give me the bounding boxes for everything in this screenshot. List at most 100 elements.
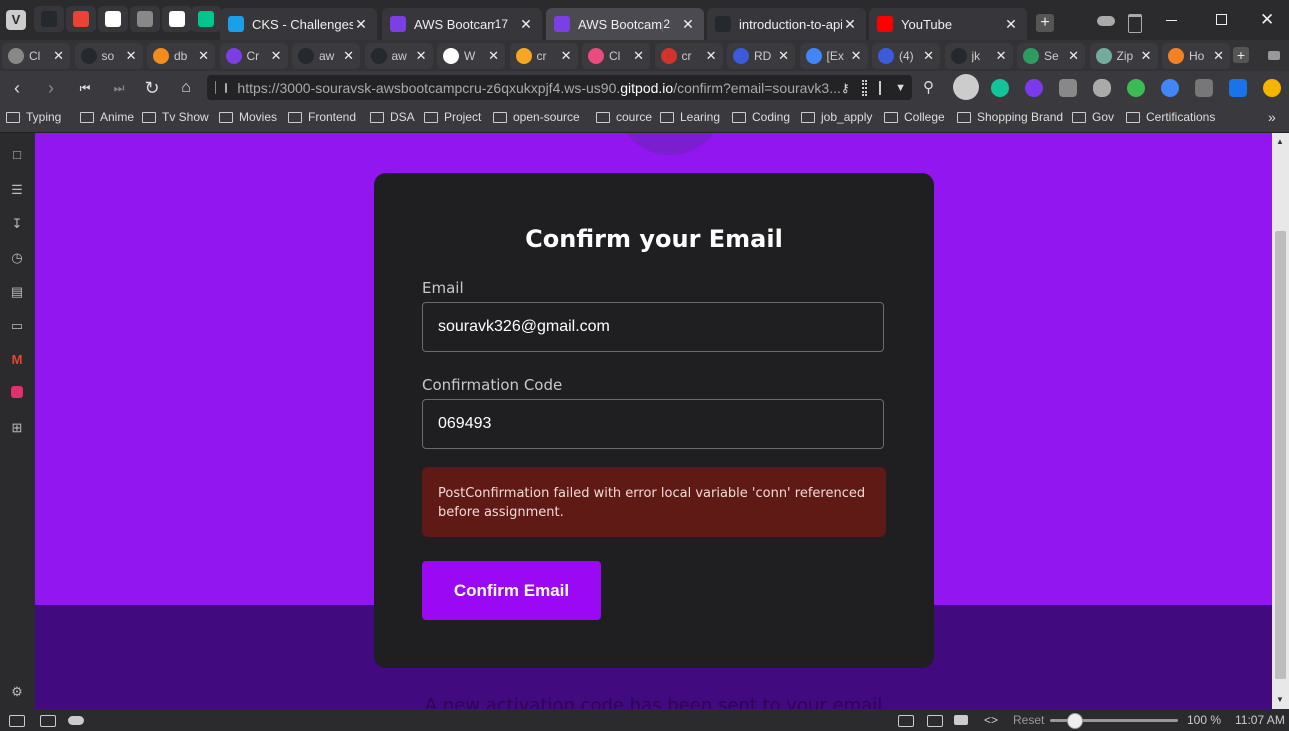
scroll-thumb[interactable] [1275,231,1286,679]
stacked-tab[interactable]: Zip ✕ [1089,43,1158,69]
bookmark-folder[interactable]: Project [424,110,481,124]
pinned-tab[interactable] [34,6,64,32]
dropdown-arrow-icon[interactable]: ▼ [895,82,906,94]
stacked-tab[interactable]: [Ex ✕ [799,43,868,69]
bookmark-folder[interactable]: open-source [493,110,580,124]
browser-tab[interactable]: CKS - Challenges - ✕ [220,8,377,40]
url-bar[interactable]: https://3000-souravsk-awsbootcampcru-z6q… [207,75,912,100]
window-panel-icon[interactable]: ▭ [9,318,25,334]
browser-tab[interactable]: AWS Bootcamp 2 ✕ [546,8,704,40]
close-window-button[interactable]: ✕ [1260,10,1274,30]
stacked-tab[interactable]: RD ✕ [727,43,795,69]
bookmark-folder[interactable]: cource [596,110,652,124]
close-tab-icon[interactable]: ✕ [1141,48,1152,64]
pinned-tab[interactable] [130,6,160,32]
minimize-button[interactable] [1166,20,1177,21]
new-tab-button[interactable]: + [1036,14,1054,32]
add-panel-icon[interactable]: ⊞ [9,420,25,436]
stacked-tab[interactable]: Cl ✕ [2,43,70,69]
extension-cloud-icon[interactable] [1093,79,1111,97]
zoom-reset-button[interactable]: Reset [1013,713,1044,727]
extension-globe-icon[interactable] [1161,79,1179,97]
close-tab-icon[interactable]: ✕ [680,16,696,33]
gmail-panel-icon[interactable]: M [9,352,25,368]
bookmark-folder[interactable]: Gov [1072,110,1114,124]
confirm-email-button[interactable]: Confirm Email [422,561,601,620]
scroll-up-arrow[interactable]: ▲ [1276,137,1284,146]
close-tab-icon[interactable]: ✕ [1003,16,1019,33]
vivaldi-menu-icon[interactable]: V [6,10,26,30]
close-tab-icon[interactable]: ✕ [851,48,862,64]
history-icon[interactable]: ◷ [9,250,25,266]
maximize-button[interactable] [1216,14,1227,25]
email-field[interactable] [422,302,884,352]
zoom-slider[interactable] [1050,713,1178,729]
browser-tab[interactable]: AWS Bootcamp17 ✕ [382,8,542,40]
close-tab-icon[interactable]: ✕ [1068,48,1079,64]
instagram-panel-icon[interactable] [9,386,25,402]
close-tab-icon[interactable]: ✕ [126,48,137,64]
bookmark-folder[interactable]: Frontend [288,110,356,124]
scroll-down-arrow[interactable]: ▼ [1276,695,1284,704]
bookmark-folder[interactable]: Movies [219,110,277,124]
more-bookmarks-icon[interactable]: » [1268,109,1276,125]
extension-slash-icon[interactable] [1059,79,1077,97]
stacked-tab[interactable]: jk ✕ [944,43,1013,69]
bookmark-folder[interactable]: Anime [80,110,134,124]
close-tab-icon[interactable]: ✕ [353,16,369,33]
close-tab-icon[interactable]: ✕ [923,48,934,64]
stacked-tab[interactable]: aw ✕ [292,43,360,69]
extension-k-icon[interactable] [1195,79,1213,97]
downloads-icon[interactable]: ↧ [9,216,25,232]
close-tab-icon[interactable]: ✕ [842,16,858,33]
page-scrollbar[interactable]: ▲ ▼ [1272,133,1289,709]
bookmarks-panel-icon[interactable]: □ [9,147,25,163]
close-tab-icon[interactable]: ✕ [561,48,572,64]
profile-avatar[interactable] [953,74,979,100]
close-tab-icon[interactable]: ✕ [416,48,427,64]
bookmark-folder[interactable]: Shopping Brand [957,110,1063,124]
trash-icon[interactable] [1128,14,1142,33]
reading-list-icon[interactable]: ☰ [9,182,25,198]
new-tab-plus-icon[interactable]: + [1233,47,1249,63]
forward-icon[interactable]: › [40,77,62,99]
stacked-tab[interactable]: aw ✕ [364,43,433,69]
stacked-tab[interactable]: W ✕ [437,43,505,69]
extension-g-icon[interactable] [1263,79,1281,97]
extension-colorful-icon[interactable] [1127,79,1145,97]
close-tab-icon[interactable]: ✕ [633,48,644,64]
close-tab-icon[interactable]: ✕ [53,48,64,64]
fast-forward-icon[interactable]: ⏭ [108,77,130,99]
close-tab-icon[interactable]: ✕ [706,48,717,64]
stacked-tab[interactable]: (4) ✕ [872,43,940,69]
bookmark-folder[interactable]: Typing [6,110,61,124]
settings-gear-icon[interactable]: ⚙ [9,684,25,700]
notes-icon[interactable]: ▤ [9,284,25,300]
stacked-tab[interactable]: so ✕ [74,43,143,69]
zoom-slider-thumb[interactable] [1067,713,1083,729]
stacked-tab[interactable]: Cr ✕ [219,43,288,69]
close-tab-icon[interactable]: ✕ [343,48,354,64]
stacked-tab[interactable]: cr ✕ [654,43,723,69]
pinned-tab[interactable] [66,6,96,32]
qr-code-icon[interactable] [861,79,867,96]
pinned-tab[interactable] [98,6,128,32]
close-tab-icon[interactable]: ✕ [271,48,282,64]
close-tab-icon[interactable]: ✕ [198,48,209,64]
rewind-icon[interactable]: ⏮ [74,77,96,99]
reload-icon[interactable]: ↻ [141,77,163,99]
close-tab-icon[interactable]: ✕ [1213,48,1224,64]
close-tab-icon[interactable]: ✕ [488,48,499,64]
stacked-tab[interactable]: Cl ✕ [582,43,650,69]
panel-toggle-icon[interactable] [9,715,25,727]
bookmark-folder[interactable]: Learing [660,110,720,124]
extension-box-icon[interactable] [1229,79,1247,97]
grammarly-icon[interactable] [991,79,1009,97]
close-tab-icon[interactable]: ✕ [996,48,1007,64]
padlock-icon[interactable] [224,82,228,93]
bookmark-folder[interactable]: Certifications [1126,110,1215,124]
back-icon[interactable]: ‹ [6,77,28,99]
confirmation-code-field[interactable] [422,399,884,449]
bookmark-folder[interactable]: job_apply [801,110,872,124]
pinned-tab[interactable] [162,6,192,32]
